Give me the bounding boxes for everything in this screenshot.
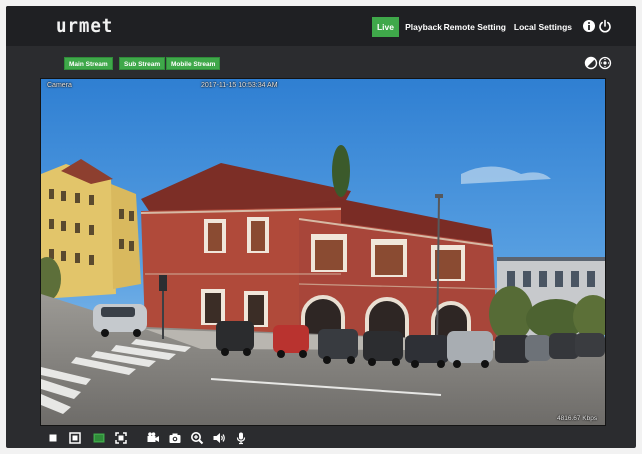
nav-playback[interactable]: Playback [405,17,442,37]
tab-mobile-stream[interactable]: Mobile Stream [166,57,221,70]
zoom-icon[interactable] [190,431,204,445]
video-toolbar [6,428,636,448]
power-icon[interactable] [598,19,612,33]
record-icon[interactable] [146,431,160,445]
timestamp-overlay: 2017-11-15 10:53:34 AM [201,82,278,89]
live-video[interactable]: Camera 2017-11-15 10:53:34 AM 4816.67 Kb… [40,78,606,426]
contrast-icon[interactable] [584,56,598,70]
stop-icon[interactable] [46,431,60,445]
stream-selector: Main Stream Sub Stream Mobile Stream [40,54,612,74]
nav-local-settings[interactable]: Local Settings [514,17,572,37]
camera-feed-image [41,79,605,425]
microphone-icon[interactable] [234,431,248,445]
ptz-icon[interactable] [598,56,612,70]
audio-icon[interactable] [212,431,226,445]
fullscreen-icon[interactable] [114,431,128,445]
tab-sub-stream[interactable]: Sub Stream [119,57,166,70]
snapshot-icon[interactable] [168,431,182,445]
nav-live[interactable]: Live [371,17,399,37]
tab-main-stream[interactable]: Main Stream [64,57,113,70]
info-icon[interactable] [582,19,596,33]
brand-logo: urmet [56,15,114,37]
app-window: urmet Live Playback Remote Setting Local… [6,6,636,448]
nav-remote-setting[interactable]: Remote Setting [444,17,506,37]
top-bar: urmet Live Playback Remote Setting Local… [6,6,636,46]
camera-name-overlay: Camera [47,82,72,89]
stream-mode-icon[interactable] [92,431,106,445]
bitrate-overlay: 4816.67 Kbps [557,415,598,422]
window-icon[interactable] [68,431,82,445]
